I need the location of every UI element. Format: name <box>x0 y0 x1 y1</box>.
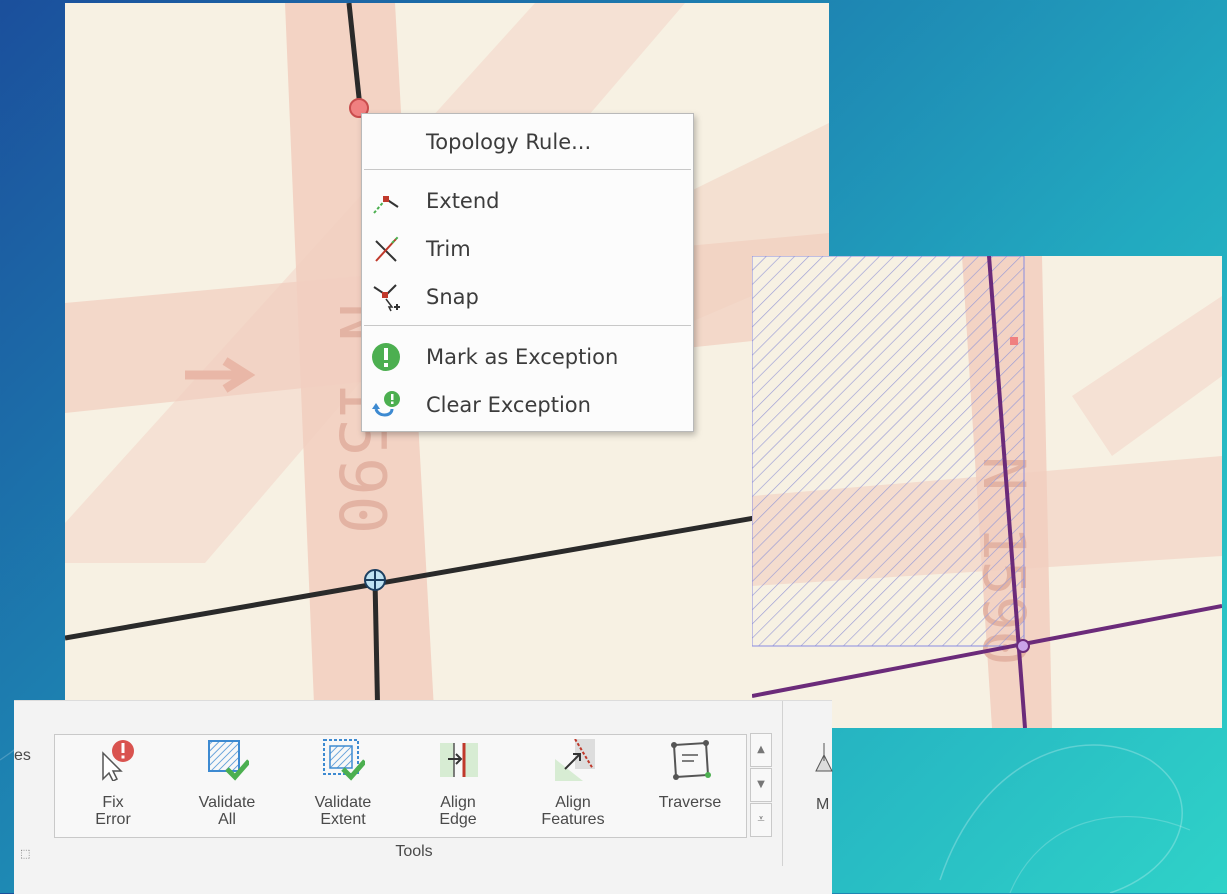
error-point-inset[interactable] <box>1010 337 1018 345</box>
align-edge-button[interactable]: Align Edge <box>413 739 503 834</box>
validate-extent-icon <box>323 739 367 781</box>
gallery-scroll-up-button[interactable]: ▲ <box>750 733 772 767</box>
hatched-polygon[interactable] <box>752 256 1025 647</box>
menu-item-extend[interactable]: Extend <box>362 179 693 223</box>
vertex-marker-inset[interactable] <box>1016 639 1030 653</box>
menu-item-snap[interactable]: Snap <box>362 275 693 319</box>
fix-error-icon <box>93 739 135 783</box>
menu-item-trim[interactable]: Trim <box>362 227 693 271</box>
validate-all-label-1: Validate <box>198 794 256 811</box>
vertex-marker[interactable] <box>364 569 386 591</box>
ribbon-toolbar: es ⬚ Fix Error Validate All Validate Ext… <box>14 700 834 894</box>
partial-tool-icon[interactable] <box>814 741 834 778</box>
tools-group-label: Tools <box>395 843 433 860</box>
align-edge-icon <box>438 739 480 781</box>
menu-item-label: Snap <box>426 285 479 309</box>
menu-item-label: Extend <box>426 189 500 213</box>
gallery-scroll: ▲ ▼ ⩡ <box>750 733 772 839</box>
mark-exception-icon <box>370 341 402 373</box>
validate-all-label-2: All <box>218 811 236 828</box>
fix-error-button[interactable]: Fix Error <box>68 739 158 834</box>
gallery-scroll-down-button[interactable]: ▼ <box>750 768 772 802</box>
align-features-icon <box>553 738 595 781</box>
menu-item-topology-rule[interactable]: Topology Rule... <box>362 120 693 164</box>
map-view-inset[interactable]: N 1590 <box>752 256 1222 728</box>
align-features-button[interactable]: Align Features <box>528 738 618 834</box>
trim-icon <box>370 233 402 265</box>
fix-error-label-1: Fix <box>102 794 124 811</box>
validate-extent-label-2: Extent <box>320 811 366 828</box>
clear-exception-icon <box>370 389 402 421</box>
align-features-label-2: Features <box>541 811 605 828</box>
context-menu: Topology Rule... Extend Trim Snap Mark a… <box>361 113 694 432</box>
traverse-label-1: Traverse <box>658 794 722 811</box>
menu-item-label: Clear Exception <box>426 393 591 417</box>
validate-extent-label-1: Validate <box>314 794 372 811</box>
fix-error-label-2: Error <box>95 811 131 828</box>
align-edge-label-1: Align <box>440 794 476 811</box>
extend-icon <box>370 185 402 217</box>
validate-extent-button[interactable]: Validate Extent <box>298 739 388 834</box>
validate-all-icon <box>207 739 251 781</box>
ribbon-partial-label-left: es <box>14 747 31 764</box>
traverse-button[interactable]: Traverse <box>645 739 735 834</box>
gallery-expand-button[interactable]: ⩡ <box>750 803 772 837</box>
traverse-icon <box>670 739 712 781</box>
menu-item-mark-exception[interactable]: Mark as Exception <box>362 335 693 379</box>
menu-item-label: Mark as Exception <box>426 345 619 369</box>
menu-separator <box>364 325 691 326</box>
menu-item-label: Trim <box>426 237 471 261</box>
group-divider <box>782 701 783 866</box>
snap-icon <box>370 281 402 313</box>
align-features-label-1: Align <box>555 794 591 811</box>
align-edge-label-2: Edge <box>439 811 477 828</box>
menu-item-label: Topology Rule... <box>426 130 592 154</box>
validate-all-button[interactable]: Validate All <box>182 739 272 834</box>
menu-separator <box>364 169 691 170</box>
menu-item-clear-exception[interactable]: Clear Exception <box>362 383 693 427</box>
ribbon-partial-label-right: M <box>816 796 830 813</box>
